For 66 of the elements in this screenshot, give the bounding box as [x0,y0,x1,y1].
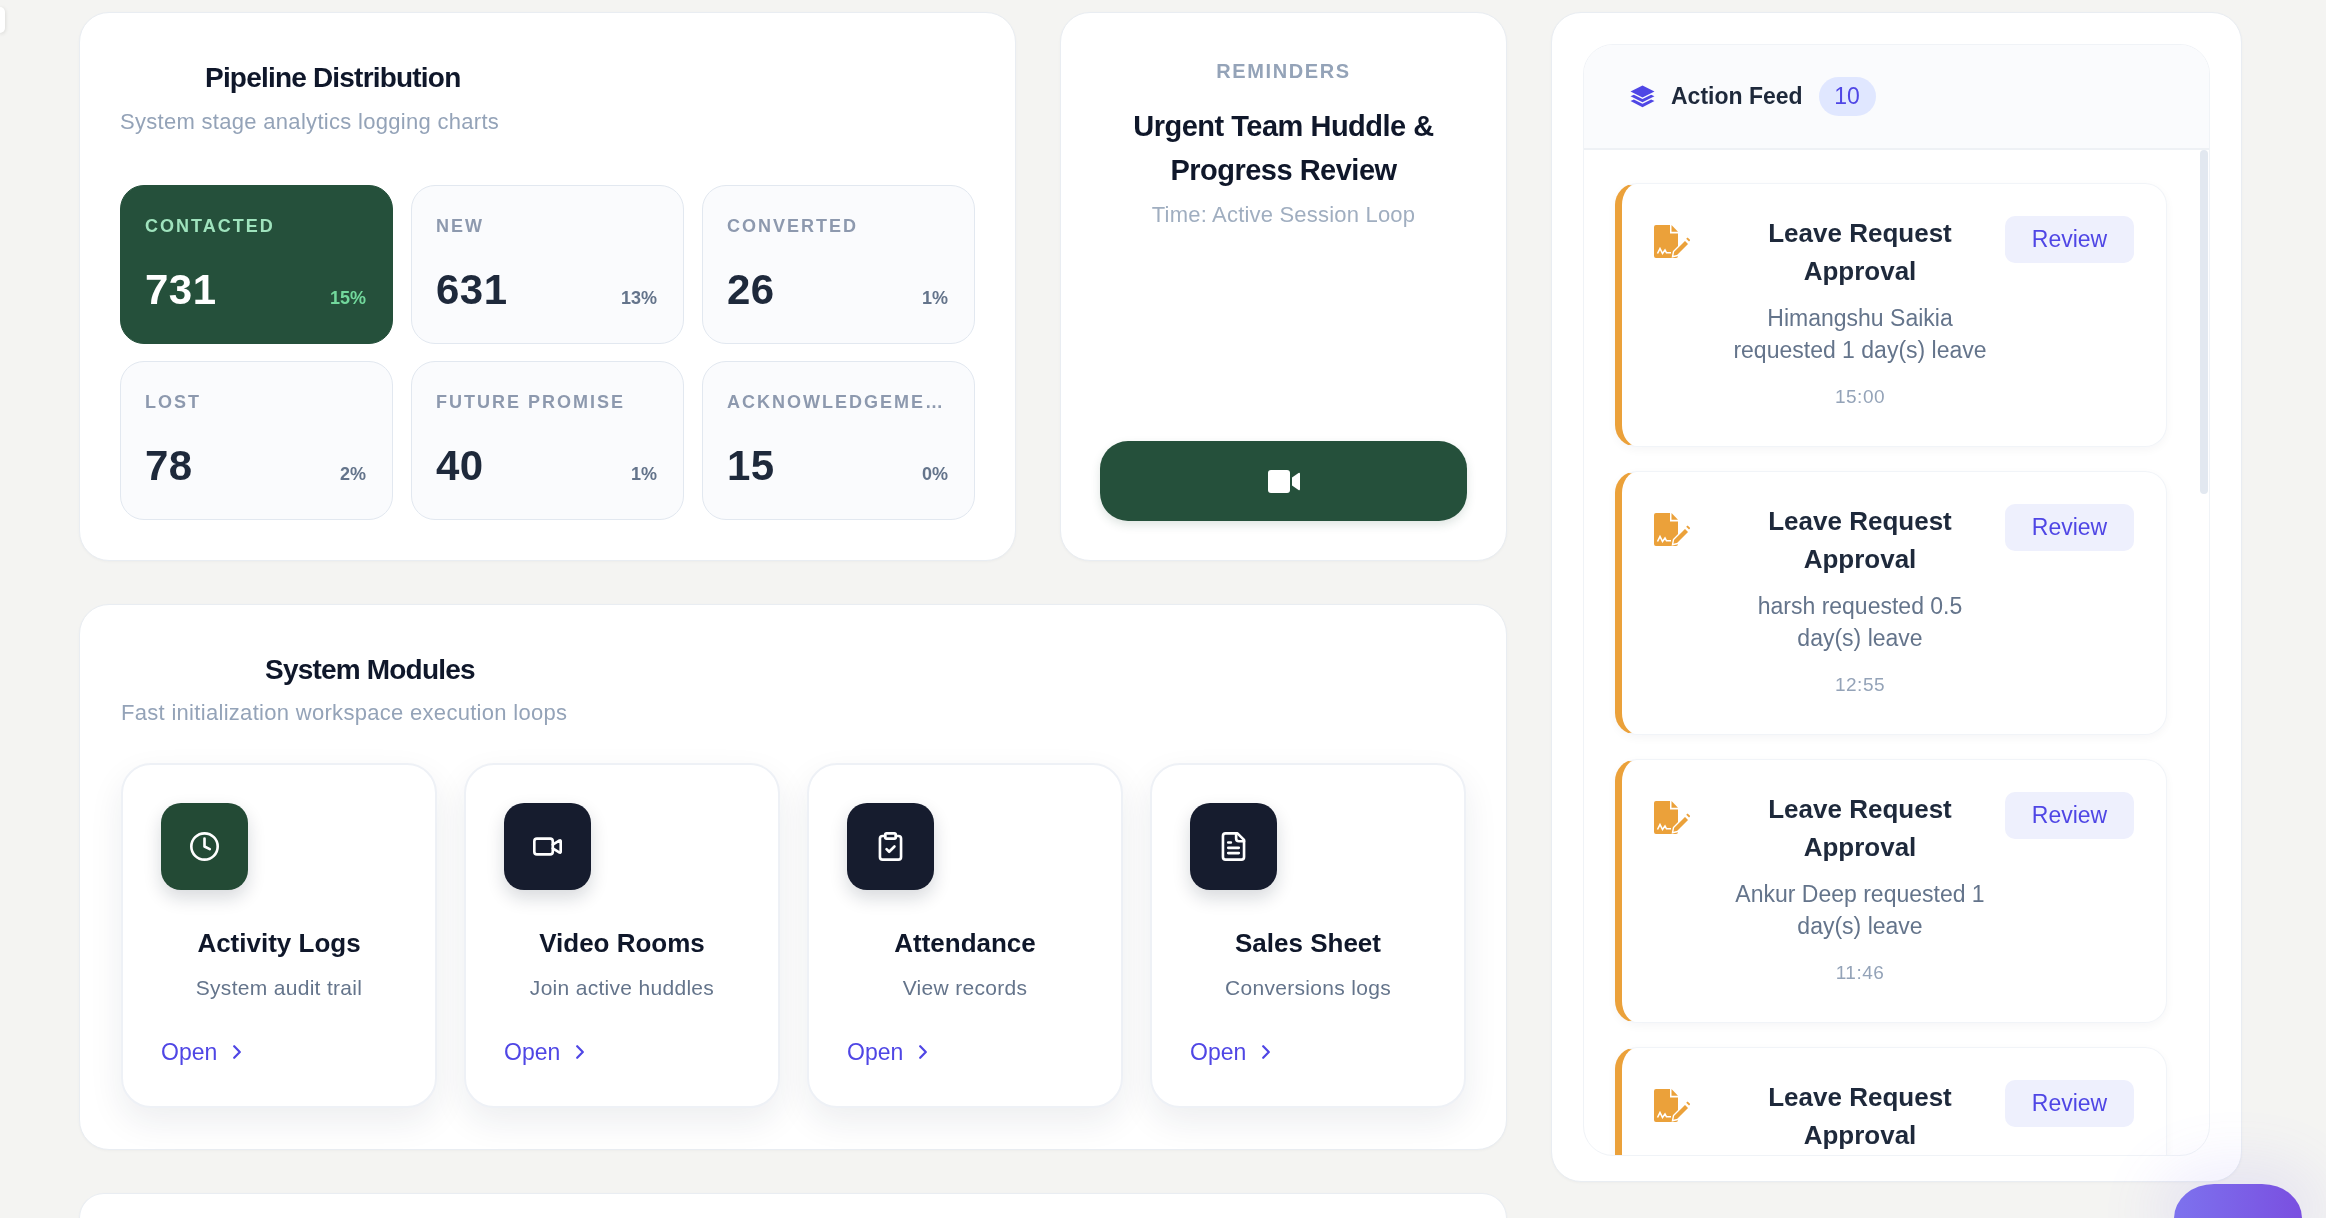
review-button[interactable]: Review [2005,216,2134,263]
chevron-right-icon [576,1045,585,1059]
stat-share: 1% [631,464,657,485]
review-button[interactable]: Review [2005,792,2134,839]
stat-count: 78 [145,441,193,491]
feed-item-time: 12:55 [1833,673,1886,697]
feed-item-title: Leave Request Approval [1767,217,1953,288]
stat-label: FUTURE PROMISE [436,391,626,413]
feed-item-title: Leave Request Approval [1767,505,1953,576]
feed-item-description: Himangshu Saikia requested 1 day(s) leave [1732,304,1988,365]
feed-item-time: 15:00 [1833,385,1886,409]
module-title: Activity Logs [197,927,361,960]
panel-handle[interactable] [0,7,5,33]
review-button[interactable]: Review [2005,1080,2134,1127]
document-pencil-icon [1654,513,1690,546]
stat-count: 26 [727,265,775,315]
feed-item-time: 11:46 [1834,961,1886,985]
stat-label: CONVERTED [727,215,859,237]
module-title: Sales Sheet [1235,927,1381,960]
stat-label: NEW [436,215,485,237]
feed-item-description: Ankur Deep requested 1 day(s) leave [1734,880,1986,941]
chevron-right-icon [233,1045,242,1059]
feed-item-title: Leave Request Approval [1767,793,1953,864]
stat-share: 15% [329,288,366,309]
open-link[interactable]: Open [161,1037,242,1067]
stat-share: 0% [922,464,948,485]
document-pencil-icon [1654,1089,1690,1122]
module-description: View records [902,975,1028,1001]
stat-share: 13% [620,288,657,309]
layers-icon [1630,85,1655,108]
chevron-right-icon [1262,1045,1271,1059]
document-pencil-icon [1654,801,1690,834]
module-description: System audit trail [195,975,363,1001]
stat-count: 15 [727,441,775,491]
stat-count: 40 [436,441,484,491]
module-title: Attendance [894,927,1036,960]
card-subtitle: Fast initialization workspace execution loops [121,699,569,727]
chevron-right-icon [919,1045,928,1059]
stat-share: 1% [922,288,948,309]
card-title: Pipeline Distribution [205,61,462,95]
module-description: Conversions logs [1225,975,1391,1001]
open-link[interactable]: Open [1190,1037,1271,1067]
reminder-title: Urgent Team Huddle & Progress Review [1132,109,1435,188]
scrollbar-thumb[interactable] [2200,150,2208,494]
card-subtitle: System stage analytics logging charts [120,108,501,136]
document-pencil-icon [1654,225,1690,258]
feed-item-title: Leave Request Approval [1767,1081,1953,1152]
open-link[interactable]: Open [504,1037,585,1067]
module-title: Video Rooms [539,927,705,960]
stat-count: 731 [145,265,217,315]
review-button[interactable]: Review [2005,504,2134,551]
feed-item-description: harsh requested 0.5 day(s) leave [1756,592,1964,653]
feed-title: Action Feed [1671,83,1803,110]
reminder-time: Time: Active Session Loop [1151,201,1416,229]
stat-label: ACKNOWLEDGEME… [727,391,946,413]
stat-share: 2% [340,464,366,485]
stat-label: LOST [145,391,202,413]
card-title: System Modules [265,653,476,687]
module-description: Join active huddles [529,975,715,1001]
video-camera-icon [1267,469,1300,493]
stat-count: 631 [436,265,508,315]
open-link[interactable]: Open [847,1037,928,1067]
stat-label: CONTACTED [145,215,276,237]
count-badge: 10 [1818,77,1876,116]
video-call-button[interactable] [1100,441,1467,521]
reminder-heading: REMINDERS [1216,59,1351,83]
